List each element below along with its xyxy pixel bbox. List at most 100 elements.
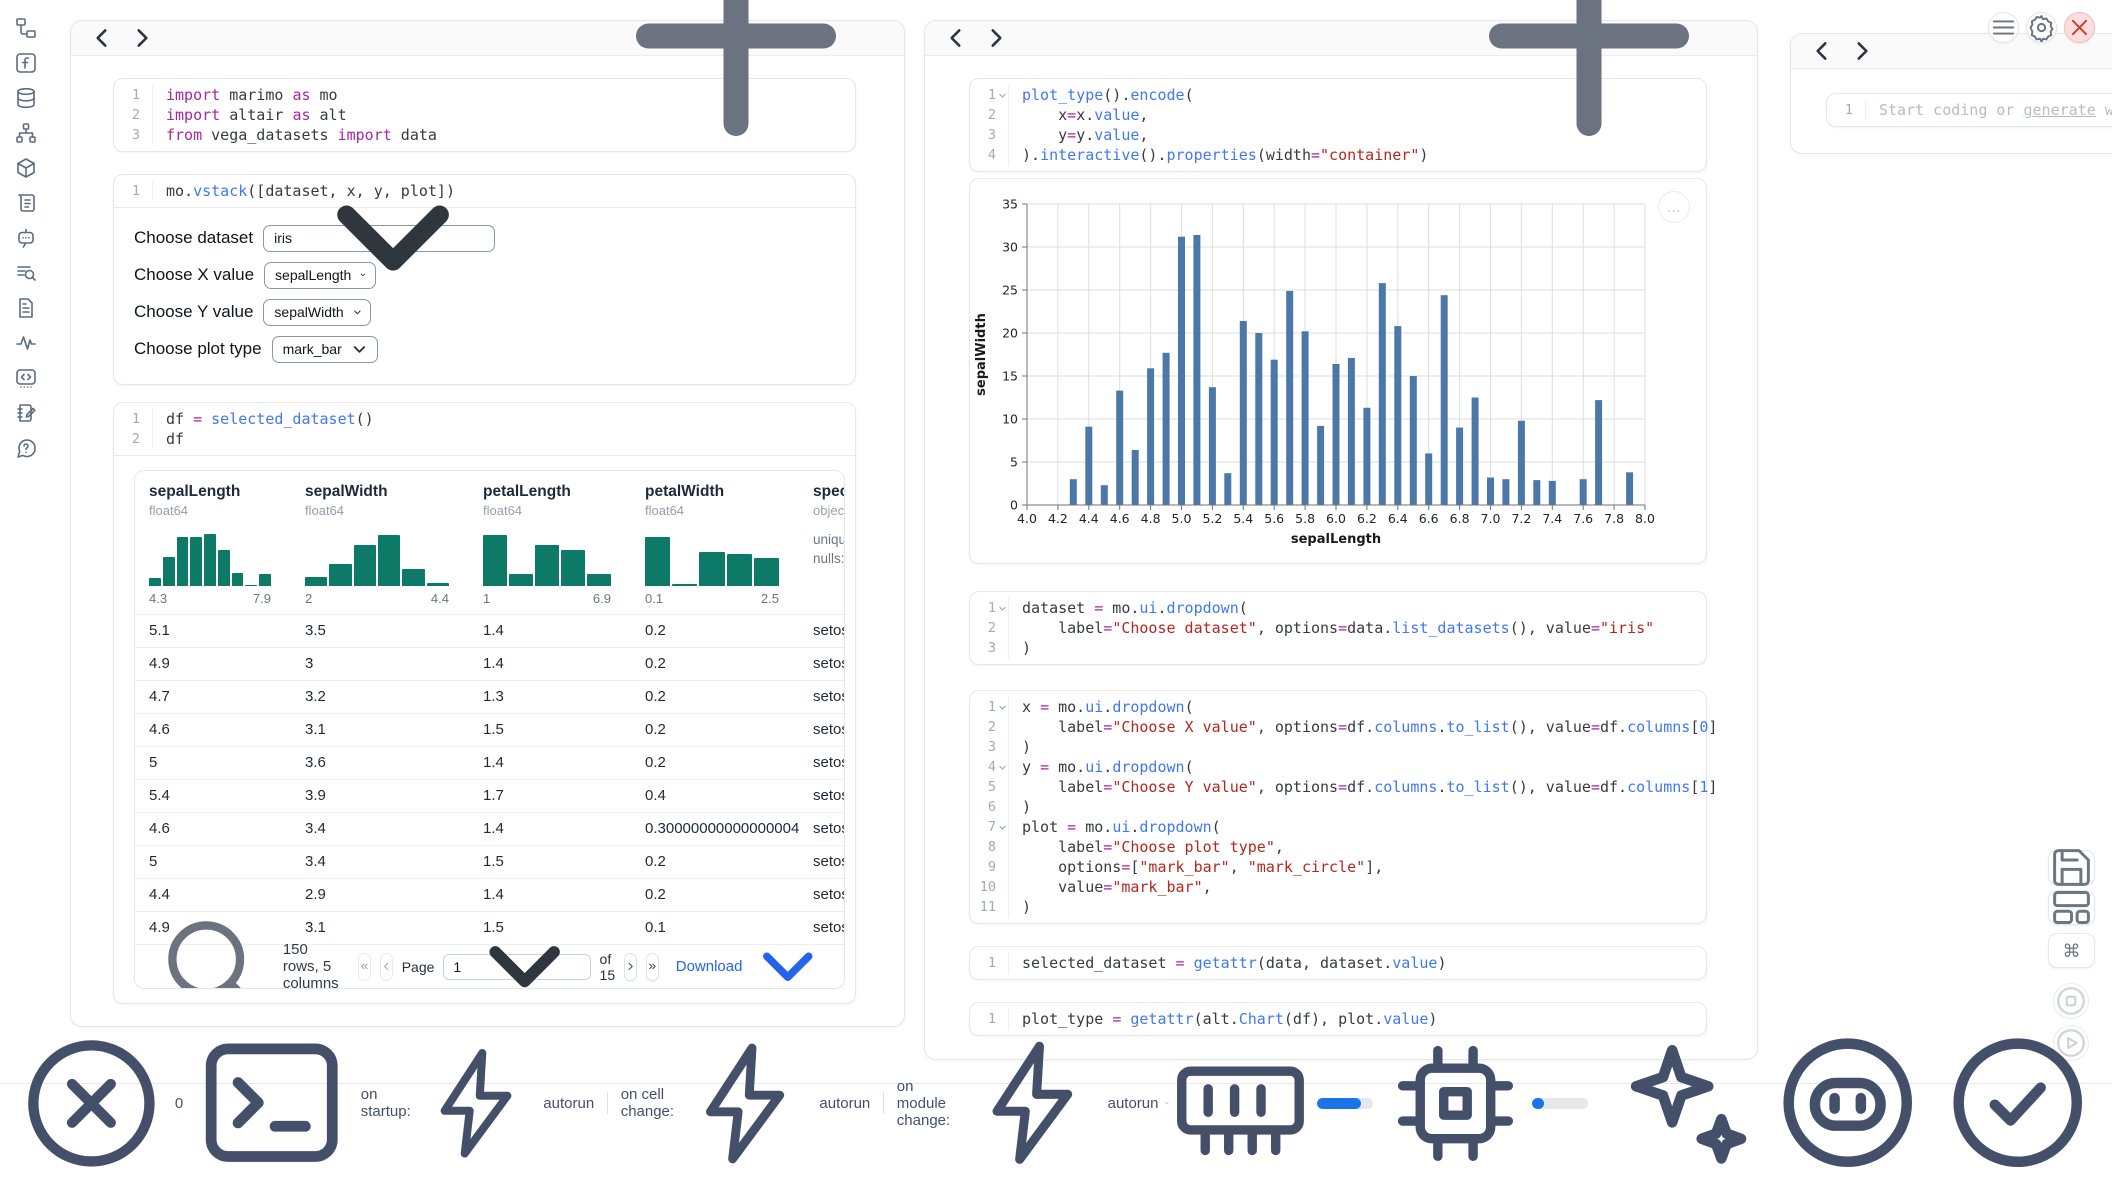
column-header-petalLength[interactable]: petalLengthfloat6416.9 xyxy=(469,471,631,614)
chat-bot-icon[interactable] xyxy=(14,226,38,250)
code-snippet-icon[interactable] xyxy=(14,366,38,390)
selected-dataset-cell[interactable]: 1selected_dataset = getattr(data, datase… xyxy=(969,946,1707,980)
dataframe-cell[interactable]: 1df = selected_dataset()2df sepalLengthf… xyxy=(113,402,856,1004)
column-header-species[interactable]: speciesobjectunique:nulls: xyxy=(799,471,844,614)
empty-cell[interactable]: 1 Start coding or generate with xyxy=(1826,93,2112,127)
column-header-petalWidth[interactable]: petalWidthfloat640.12.5 xyxy=(631,471,799,614)
chevron-right-icon[interactable] xyxy=(983,25,1009,51)
column-header-sepalWidth[interactable]: sepalWidthfloat6424.4 xyxy=(291,471,469,614)
chart-bar xyxy=(1502,479,1509,505)
chevron-right-icon[interactable] xyxy=(1849,38,1875,64)
page-select[interactable]: 1 xyxy=(443,954,590,980)
help-icon[interactable] xyxy=(14,436,38,460)
column-histogram[interactable] xyxy=(305,528,449,586)
package-icon[interactable] xyxy=(14,156,38,180)
chevron-left-icon[interactable] xyxy=(943,25,969,51)
chevron-left-icon[interactable] xyxy=(89,25,115,51)
table-cell: 3 xyxy=(291,648,469,680)
menu-button[interactable] xyxy=(1988,12,2019,43)
table-cell: 1.4 xyxy=(469,813,631,845)
last-page-button[interactable] xyxy=(646,953,659,981)
layout-toggle-button[interactable] xyxy=(2048,890,2095,925)
histogram-bar xyxy=(535,545,559,586)
scratchpad-icon[interactable] xyxy=(14,401,38,425)
column-histogram[interactable] xyxy=(149,528,271,586)
histogram-bar xyxy=(561,550,585,586)
chart-bar xyxy=(1472,398,1479,506)
histogram-bar xyxy=(245,585,257,586)
dataset-select[interactable]: iris xyxy=(263,225,495,252)
on-startup-setting[interactable]: on startup: autorun xyxy=(361,1043,594,1164)
chart-bar xyxy=(1286,291,1293,505)
cpu-usage[interactable] xyxy=(1385,1033,1588,1174)
chart-bar xyxy=(1425,453,1432,505)
terminal-button[interactable] xyxy=(191,1022,352,1183)
dependency-graph-icon[interactable] xyxy=(14,121,38,145)
first-page-button[interactable] xyxy=(358,953,371,981)
dataset-dropdown-cell[interactable]: 1dataset = mo.ui.dropdown(2 label="Choos… xyxy=(969,591,1707,665)
chevron-right-icon[interactable] xyxy=(129,25,155,51)
file-tree-icon[interactable] xyxy=(14,16,38,40)
svg-text:7.2: 7.2 xyxy=(1511,511,1531,526)
table-row: 53.61.40.2setosa xyxy=(135,746,844,779)
vstack-cell[interactable]: 1mo.vstack([dataset, x, y, plot]) Choose… xyxy=(113,174,856,385)
next-page-button[interactable] xyxy=(624,953,637,981)
altair-chart-output[interactable]: 4.04.24.44.64.85.05.25.45.65.86.06.26.46… xyxy=(969,178,1707,564)
activity-icon[interactable] xyxy=(14,331,38,355)
settings-button[interactable] xyxy=(2026,12,2057,43)
column-header-sepalLength[interactable]: sepalLengthfloat644.37.9 xyxy=(135,471,291,614)
ai-assist-button[interactable] xyxy=(1600,1024,1757,1181)
database-icon[interactable] xyxy=(14,86,38,110)
y-value-select[interactable]: sepalWidth xyxy=(263,299,371,326)
document-icon[interactable] xyxy=(14,296,38,320)
memory-usage[interactable] xyxy=(1170,1033,1373,1174)
on-cell-change-setting[interactable]: on cell change: autorun xyxy=(621,1037,871,1170)
histogram-bar xyxy=(672,584,697,586)
copilot-button[interactable] xyxy=(1769,1024,1926,1181)
chart-bar xyxy=(1209,387,1216,505)
plot-type-select[interactable]: mark_bar xyxy=(272,336,378,363)
histogram-range: 0.12.5 xyxy=(645,591,779,606)
generate-link[interactable]: generate xyxy=(2024,101,2096,119)
code-line: 5 label="Choose Y value", options=df.col… xyxy=(970,777,1706,797)
on-module-change-setting[interactable]: on module change: autorun xyxy=(897,1035,1171,1171)
error-count-button[interactable]: 0 xyxy=(14,1026,183,1181)
chart-bar xyxy=(1163,353,1170,505)
script-icon[interactable] xyxy=(14,191,38,215)
add-cell-button[interactable] xyxy=(586,0,886,191)
cell-placeholder[interactable]: Start coding or generate with xyxy=(1866,100,2112,120)
chevron-left-icon[interactable] xyxy=(1809,38,1835,64)
column-2-header xyxy=(925,21,1757,56)
chart-bar xyxy=(1101,485,1108,505)
code-line: 10 value="mark_bar", xyxy=(970,877,1706,897)
column-histogram[interactable] xyxy=(645,528,779,586)
download-button[interactable]: Download xyxy=(676,925,830,989)
chart-bar xyxy=(1132,450,1139,505)
search-icon[interactable] xyxy=(149,902,274,989)
svg-text:7.6: 7.6 xyxy=(1573,511,1593,526)
save-button[interactable] xyxy=(2048,850,2095,885)
svg-text:7.0: 7.0 xyxy=(1481,511,1501,526)
table-cell: 1.3 xyxy=(469,681,631,713)
prev-page-button[interactable] xyxy=(380,953,393,981)
function-icon[interactable] xyxy=(14,51,38,75)
shutdown-button[interactable] xyxy=(2064,12,2095,43)
add-cell-button[interactable] xyxy=(1439,0,1739,191)
histogram-bar xyxy=(509,574,533,586)
xy-plot-dropdowns-cell[interactable]: 1x = mo.ui.dropdown(2 label="Choose X va… xyxy=(969,690,1707,924)
keyboard-shortcuts-button[interactable]: ⌘ xyxy=(2048,933,2095,968)
x-value-select[interactable]: sepalLength xyxy=(264,262,376,289)
histogram-bar xyxy=(645,537,670,586)
connection-status-button[interactable] xyxy=(1939,1024,2096,1181)
code-line: 7plot = mo.ui.dropdown( xyxy=(970,817,1706,837)
svg-text:4.2: 4.2 xyxy=(1048,511,1068,526)
table-cell: 5 xyxy=(135,747,291,779)
stop-button[interactable] xyxy=(2053,983,2089,1019)
svg-text:6.6: 6.6 xyxy=(1419,511,1439,526)
search-list-icon[interactable] xyxy=(14,261,38,285)
column-histogram[interactable] xyxy=(483,528,611,586)
table-cell: 5 xyxy=(135,846,291,878)
chart-bar xyxy=(1193,235,1200,505)
chart-menu-button[interactable]: … xyxy=(1658,191,1690,223)
chevron-down-icon xyxy=(461,908,583,989)
